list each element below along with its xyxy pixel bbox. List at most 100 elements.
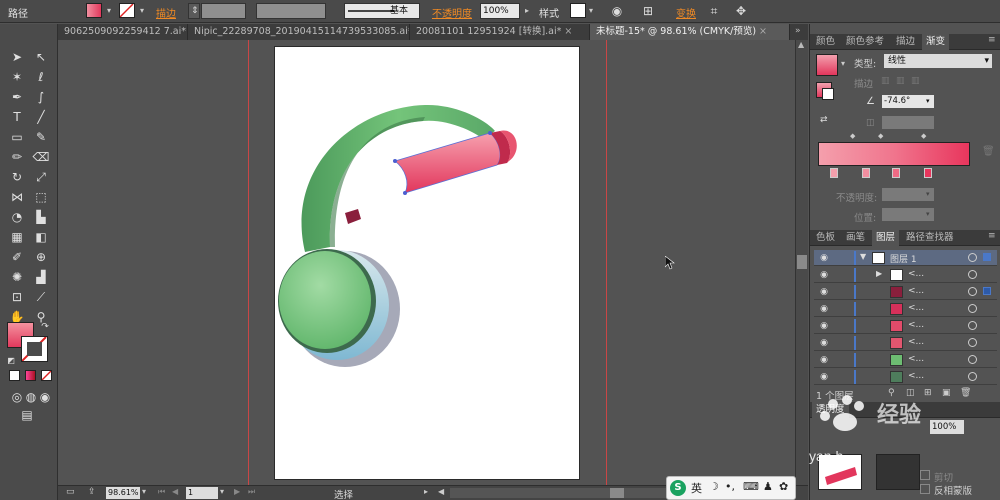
next-artboard-icon[interactable]: ▶ bbox=[234, 487, 240, 496]
stroke-dropdown-icon[interactable]: ▾ bbox=[137, 5, 147, 17]
layer-row[interactable]: ◉ <... bbox=[814, 369, 997, 385]
target-icon[interactable] bbox=[968, 338, 977, 347]
align-to-icon[interactable]: ⊞ bbox=[640, 3, 656, 19]
opacity-label[interactable]: 不透明度 bbox=[432, 5, 472, 20]
moon-icon[interactable]: ☽ bbox=[709, 480, 719, 493]
width-tool-icon[interactable]: ⋈ bbox=[8, 188, 26, 206]
variable-width-select[interactable] bbox=[256, 3, 326, 19]
artboard-number-field[interactable]: 1 bbox=[186, 487, 218, 499]
transparency-opacity-field[interactable]: 100% bbox=[930, 420, 964, 434]
gradient-aspect-field[interactable] bbox=[882, 116, 934, 129]
eye-icon[interactable]: ◉ bbox=[818, 269, 830, 281]
opacity-field[interactable]: 100% bbox=[480, 3, 520, 19]
panel-menu-icon[interactable]: ≡ bbox=[988, 231, 996, 241]
close-icon[interactable]: × bbox=[759, 26, 767, 37]
opacity-dropdown-icon[interactable]: ▸ bbox=[522, 5, 532, 17]
scroll-up-icon[interactable]: ▲ bbox=[798, 40, 804, 49]
tab-overflow-icon[interactable]: » bbox=[795, 26, 801, 36]
layer-name[interactable]: 图层 1 bbox=[890, 252, 917, 265]
tab-doc-3[interactable]: 20081101 12951924 [转换].ai* × bbox=[410, 24, 590, 40]
sublayer-name[interactable]: <... bbox=[908, 286, 924, 296]
eye-icon[interactable]: ◉ bbox=[818, 252, 830, 264]
prev-artboard-icon[interactable]: ◀ bbox=[172, 487, 178, 496]
stroke-color-box[interactable] bbox=[21, 336, 48, 362]
lasso-icon[interactable]: ℓ bbox=[32, 68, 50, 86]
punctuation-icon[interactable]: •, bbox=[725, 480, 735, 493]
curvature-icon[interactable]: ∫ bbox=[32, 88, 50, 106]
graphic-style-swatch[interactable] bbox=[570, 3, 586, 18]
type-tool-icon[interactable]: T bbox=[8, 108, 26, 126]
target-icon[interactable] bbox=[968, 287, 977, 296]
stroke-label[interactable]: 描边 bbox=[156, 5, 176, 20]
gradient-mode-icon[interactable] bbox=[25, 370, 36, 381]
isolate-icon[interactable]: ⌗ bbox=[706, 3, 722, 19]
scale-icon[interactable]: ⤢ bbox=[32, 168, 50, 186]
status-menu-icon[interactable]: ▸ bbox=[424, 487, 428, 496]
eye-icon[interactable]: ◉ bbox=[818, 286, 830, 298]
tab-doc-2[interactable]: Nipic_22289708_20190415114739533085.ai*× bbox=[188, 24, 410, 40]
magic-wand-icon[interactable]: ✶ bbox=[8, 68, 26, 86]
transform-label[interactable]: 变换 bbox=[676, 5, 696, 20]
gradient-stop[interactable] bbox=[924, 168, 932, 178]
midpoint-icon[interactable]: ◆ bbox=[850, 132, 855, 140]
chevron-down-icon[interactable]: ▼ bbox=[860, 252, 866, 261]
layer-row[interactable]: ◉ <... bbox=[814, 318, 997, 334]
selection-tool-icon[interactable]: ➤ bbox=[8, 48, 26, 66]
target-icon[interactable] bbox=[968, 355, 977, 364]
scroll-thumb[interactable] bbox=[797, 255, 807, 269]
new-layer-icon[interactable]: ▣ bbox=[942, 388, 951, 398]
gradient-stop[interactable] bbox=[892, 168, 900, 178]
stroke-weight-stepper[interactable]: ⇕ bbox=[188, 3, 200, 19]
color-mode-icon[interactable] bbox=[9, 370, 20, 381]
selection-indicator[interactable] bbox=[983, 253, 991, 261]
pen-tool-icon[interactable]: ✒ bbox=[8, 88, 26, 106]
tab-doc-active[interactable]: 未标题-15* @ 98.61% (CMYK/预览) × bbox=[590, 24, 790, 40]
gradient-slider[interactable] bbox=[818, 142, 970, 166]
tab-pathfinder[interactable]: 路径查找器 bbox=[902, 230, 958, 246]
target-icon[interactable] bbox=[968, 270, 977, 279]
none-mode-icon[interactable] bbox=[41, 370, 52, 381]
eye-icon[interactable]: ◉ bbox=[818, 371, 830, 383]
eye-icon[interactable]: ◉ bbox=[818, 337, 830, 349]
stroke-swatch[interactable] bbox=[119, 3, 135, 18]
layer-row[interactable]: ◉ ▶ <... bbox=[814, 267, 997, 283]
rotate-icon[interactable]: ↻ bbox=[8, 168, 26, 186]
midpoint-icon[interactable]: ◆ bbox=[878, 132, 883, 140]
last-artboard-icon[interactable]: ⏭ bbox=[248, 487, 255, 497]
zoom-dropdown-icon[interactable]: ▾ bbox=[142, 487, 146, 496]
sublayer-name[interactable]: <... bbox=[908, 354, 924, 364]
sublayer-name[interactable]: <... bbox=[908, 337, 924, 347]
layer-row[interactable]: ◉ <... bbox=[814, 284, 997, 300]
gradient-stroke-mini[interactable] bbox=[822, 88, 834, 100]
free-transform-icon[interactable]: ⬚ bbox=[32, 188, 50, 206]
tab-color-guide[interactable]: 颜色参考 bbox=[842, 34, 888, 50]
slice-tool-icon[interactable]: ⟋ bbox=[32, 288, 50, 306]
share-icon[interactable]: ⇪ bbox=[88, 487, 96, 497]
opacity-dropdown-icon[interactable]: ▾ bbox=[926, 190, 930, 198]
tab-color[interactable]: 颜色 bbox=[812, 34, 839, 50]
paintbrush-icon[interactable]: ✎ bbox=[32, 128, 50, 146]
fill-swatch[interactable] bbox=[86, 3, 102, 18]
tab-brushes[interactable]: 画笔 bbox=[842, 230, 869, 246]
blend-icon[interactable]: ⊕ bbox=[32, 248, 50, 266]
screen-mode-icon[interactable]: ▤ bbox=[18, 406, 36, 424]
reverse-gradient-icon[interactable]: ⇄ bbox=[820, 115, 828, 125]
eraser-icon[interactable]: ⌫ bbox=[32, 148, 50, 166]
swap-colors-icon[interactable]: ↷ bbox=[36, 318, 54, 336]
keyboard-icon[interactable]: ⌨ bbox=[743, 480, 759, 493]
artboard-dropdown-icon[interactable]: ▾ bbox=[220, 487, 224, 496]
target-icon[interactable] bbox=[968, 253, 977, 262]
mesh-icon[interactable]: ▦ bbox=[8, 228, 26, 246]
zoom-field[interactable]: 98.61% bbox=[106, 487, 140, 499]
user-icon[interactable]: ♟ bbox=[763, 480, 773, 493]
target-icon[interactable] bbox=[968, 321, 977, 330]
tab-stroke[interactable]: 描边 bbox=[892, 34, 919, 50]
tab-layers[interactable]: 图层 bbox=[872, 230, 900, 246]
eye-icon[interactable]: ◉ bbox=[818, 303, 830, 315]
anchor-point[interactable] bbox=[393, 159, 397, 163]
gradient-stop[interactable] bbox=[862, 168, 870, 178]
graph-tool-icon[interactable]: ▟ bbox=[32, 268, 50, 286]
gradient-tool-icon[interactable]: ◧ bbox=[32, 228, 50, 246]
skin-icon[interactable]: ✿ bbox=[779, 480, 788, 493]
rectangle-tool-icon[interactable]: ▭ bbox=[8, 128, 26, 146]
